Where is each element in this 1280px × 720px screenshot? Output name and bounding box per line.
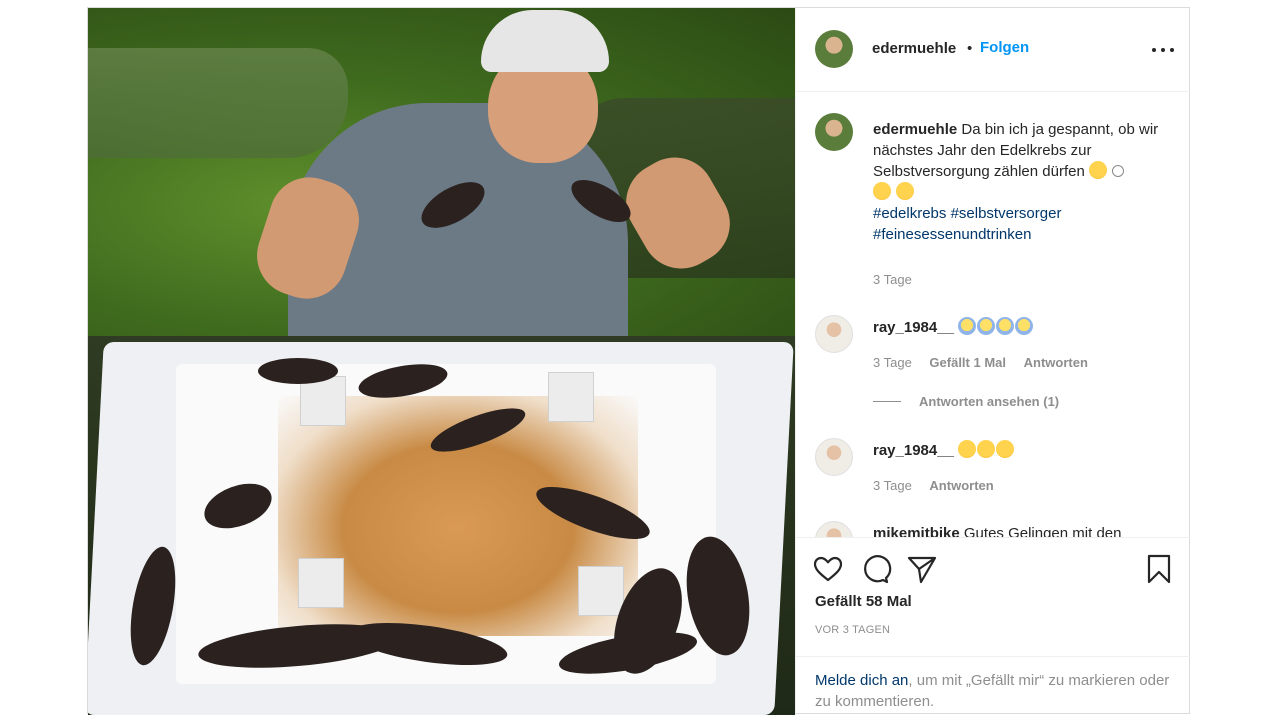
comment: ray_1984__ xyxy=(873,440,1015,461)
comment-likes-link[interactable]: Gefällt 1 Mal xyxy=(929,355,1006,370)
login-link[interactable]: Melde dich an xyxy=(815,672,908,689)
post-image[interactable] xyxy=(88,8,795,715)
comments-list[interactable]: edermuehle Da bin ich ja gespannt, ob wi… xyxy=(796,93,1190,537)
author-avatar[interactable] xyxy=(815,30,853,68)
grinning-emoji xyxy=(896,182,915,200)
grinning-sweat-emoji xyxy=(1088,161,1107,179)
bookmark-icon[interactable] xyxy=(1142,552,1176,586)
likes-count[interactable]: Gefällt 58 Mal xyxy=(815,593,912,610)
caption-avatar[interactable] xyxy=(815,113,853,151)
view-replies-button[interactable]: Antworten ansehen (1) xyxy=(873,394,1059,409)
post-actions: Gefällt 58 Mal VOR 3 TAGEN Melde dich an… xyxy=(796,537,1190,715)
grinning-emoji xyxy=(996,440,1015,458)
reply-button[interactable]: Antworten xyxy=(929,478,993,493)
caption-time[interactable]: 3 Tage xyxy=(873,272,912,287)
comment-username[interactable]: ray_1984__ xyxy=(873,442,954,459)
photo-crayfish-in-box xyxy=(88,336,795,715)
instagram-post: edermuehle • Folgen edermuehle Da bin ic… xyxy=(87,7,1190,715)
more-horizontal-icon[interactable] xyxy=(1152,47,1174,53)
comment-text: Gutes Gelingen mit den xyxy=(963,525,1122,537)
comment-meta: 3 Tage Gefällt 1 Mal Antworten xyxy=(873,355,1088,370)
heart-icon[interactable] xyxy=(811,552,845,586)
comment-time[interactable]: 3 Tage xyxy=(873,478,912,493)
hashtag-link[interactable]: #selbstversorger xyxy=(951,205,1062,222)
login-prompt: Melde dich an, um mit „Gefällt mir“ zu m… xyxy=(796,656,1190,720)
face-screaming-emoji xyxy=(977,317,996,335)
share-icon[interactable] xyxy=(905,552,939,586)
yum-emoji xyxy=(873,182,891,200)
author-username[interactable]: edermuehle xyxy=(872,40,956,57)
comment-time[interactable]: 3 Tage xyxy=(873,355,912,370)
separator-dot: • xyxy=(967,40,973,57)
caption-meta: 3 Tage xyxy=(873,272,912,287)
face-screaming-emoji xyxy=(958,317,977,335)
smiley-emoji xyxy=(1112,165,1125,177)
caption: edermuehle Da bin ich ja gespannt, ob wi… xyxy=(873,119,1173,245)
comment-icon[interactable] xyxy=(858,552,892,586)
view-replies-label: Antworten ansehen (1) xyxy=(919,394,1060,409)
replies-rule xyxy=(873,401,901,402)
comment: ray_1984__ xyxy=(873,317,1034,338)
commenter-avatar[interactable] xyxy=(815,315,853,353)
caption-username[interactable]: edermuehle xyxy=(873,121,957,138)
post-header: edermuehle • Folgen xyxy=(796,8,1190,92)
follow-button[interactable]: Folgen xyxy=(980,39,1029,56)
hashtag-link[interactable]: #edelkrebs xyxy=(873,205,946,222)
face-screaming-emoji xyxy=(1015,317,1034,335)
comment-username[interactable]: ray_1984__ xyxy=(873,319,954,336)
photo-man-holding-crayfish xyxy=(88,8,795,343)
comment: mikemitbike Gutes Gelingen mit den xyxy=(873,523,1121,537)
hashtag-link[interactable]: #feinesessenundtrinken xyxy=(873,226,1031,243)
comment-meta: 3 Tage Antworten xyxy=(873,478,994,493)
face-screaming-emoji xyxy=(996,317,1015,335)
grinning-emoji xyxy=(958,440,977,458)
grinning-emoji xyxy=(977,440,996,458)
reply-button[interactable]: Antworten xyxy=(1024,355,1088,370)
post-side-panel: edermuehle • Folgen edermuehle Da bin ic… xyxy=(795,8,1190,715)
comment-username[interactable]: mikemitbike xyxy=(873,525,960,537)
post-date[interactable]: VOR 3 TAGEN xyxy=(815,624,890,636)
commenter-avatar[interactable] xyxy=(815,521,853,537)
commenter-avatar[interactable] xyxy=(815,438,853,476)
